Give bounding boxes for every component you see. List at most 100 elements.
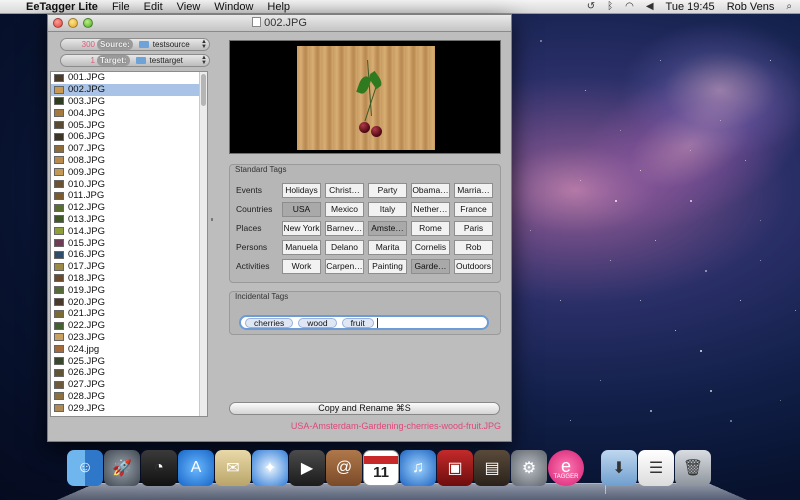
tag-toggle-button[interactable]: Marita bbox=[368, 239, 407, 255]
tag-toggle-button[interactable]: Barnev… bbox=[325, 220, 364, 236]
file-list[interactable]: 001.JPG 002.JPG 003.JPG 004.JPG 005.JPG 006.J… bbox=[50, 71, 208, 417]
file-thumbnail-icon bbox=[54, 345, 64, 354]
bluetooth-icon[interactable]: ᛒ bbox=[607, 1, 613, 12]
downloads-folder-icon[interactable]: ⬇ bbox=[601, 450, 637, 486]
tag-toggle-button[interactable]: Rob bbox=[454, 239, 493, 255]
wifi-icon[interactable]: ◠ bbox=[625, 1, 634, 12]
tag-token[interactable]: cherries bbox=[245, 317, 294, 328]
file-list-item[interactable]: 011.JPG bbox=[51, 190, 207, 202]
file-list-item[interactable]: 003.JPG bbox=[51, 96, 207, 108]
file-list-item[interactable]: 019.JPG bbox=[51, 284, 207, 296]
menu-help[interactable]: Help bbox=[267, 1, 290, 13]
time-machine-icon[interactable]: ↺ bbox=[587, 1, 595, 12]
tag-toggle-button[interactable]: Painting bbox=[368, 258, 407, 274]
file-list-item[interactable]: 027.JPG bbox=[51, 379, 207, 391]
target-folder-popup[interactable]: 1 Target: testtarget ▲ ▼ bbox=[60, 54, 210, 67]
copy-and-rename-button[interactable]: Copy and Rename ⌘S bbox=[229, 402, 500, 415]
file-list-item[interactable]: 022.JPG bbox=[51, 320, 207, 332]
file-list-item[interactable]: 002.JPG bbox=[51, 83, 207, 96]
volume-icon[interactable]: ◀ bbox=[646, 1, 654, 12]
tag-toggle-button[interactable]: Christ… bbox=[325, 182, 364, 198]
mail-stamp-icon[interactable]: ✉ bbox=[215, 450, 251, 486]
file-list-item[interactable]: 017.JPG bbox=[51, 261, 207, 273]
tag-toggle-button[interactable]: Holidays bbox=[282, 182, 321, 198]
scrollbar-knob[interactable] bbox=[201, 74, 206, 106]
system-preferences-icon[interactable]: ⚙ bbox=[511, 450, 547, 486]
file-list-item[interactable]: 005.JPG bbox=[51, 119, 207, 131]
file-list-item[interactable]: 013.JPG bbox=[51, 214, 207, 226]
tag-toggle-button[interactable]: Work bbox=[282, 258, 321, 274]
menu-edit[interactable]: Edit bbox=[144, 1, 163, 13]
incidental-tags-field[interactable]: cherries wood fruit bbox=[239, 315, 489, 330]
dashboard-icon[interactable]: ◔ bbox=[141, 450, 177, 486]
finder-icon[interactable]: ☺ bbox=[67, 450, 103, 486]
tag-toggle-button[interactable]: Cornelis bbox=[411, 239, 450, 255]
file-list-item[interactable]: 016.JPG bbox=[51, 249, 207, 261]
tag-token[interactable]: wood bbox=[298, 317, 337, 328]
facetime-icon[interactable]: ▶ bbox=[289, 450, 325, 486]
file-list-item[interactable]: 010.JPG bbox=[51, 178, 207, 190]
clock[interactable]: Tue 19:45 bbox=[666, 1, 715, 13]
file-list-item[interactable]: 009.JPG bbox=[51, 166, 207, 178]
tag-token[interactable]: fruit bbox=[341, 317, 374, 328]
file-list-item[interactable]: 006.JPG bbox=[51, 131, 207, 143]
file-list-item[interactable]: 014.JPG bbox=[51, 225, 207, 237]
tag-toggle-button[interactable]: Obama… bbox=[411, 182, 450, 198]
menu-view[interactable]: View bbox=[177, 1, 201, 13]
tag-toggle-button[interactable]: Paris bbox=[454, 220, 493, 236]
file-list-item[interactable]: 004.JPG bbox=[51, 107, 207, 119]
tag-toggle-button[interactable]: Delano bbox=[325, 239, 364, 255]
file-list-item[interactable]: 012.JPG bbox=[51, 202, 207, 214]
document-icon[interactable]: ☰ bbox=[638, 450, 674, 486]
tag-toggle-button[interactable]: Party bbox=[368, 182, 407, 198]
menu-window[interactable]: Window bbox=[214, 1, 253, 13]
file-list-item[interactable]: 007.JPG bbox=[51, 143, 207, 155]
app-menu[interactable]: EeTagger Lite bbox=[26, 1, 98, 13]
source-folder-popup[interactable]: 300 Source: testsource ▲ ▼ bbox=[60, 38, 210, 51]
file-list-item[interactable]: 020.JPG bbox=[51, 296, 207, 308]
tag-toggle-button[interactable]: Garde… bbox=[411, 258, 450, 274]
safari-icon[interactable]: ✦ bbox=[252, 450, 288, 486]
address-book-icon[interactable]: @ bbox=[326, 450, 362, 486]
tag-toggle-button[interactable]: Marria… bbox=[454, 182, 493, 198]
file-list-item[interactable]: 023.JPG bbox=[51, 332, 207, 344]
file-list-item[interactable]: 015.JPG bbox=[51, 237, 207, 249]
file-list-item[interactable]: 026.JPG bbox=[51, 367, 207, 379]
zoom-window-button[interactable] bbox=[83, 18, 93, 28]
iphoto-icon[interactable]: ▤ bbox=[474, 450, 510, 486]
tag-toggle-button[interactable]: Manuela bbox=[282, 239, 321, 255]
close-window-button[interactable] bbox=[53, 18, 63, 28]
file-list-scrollbar[interactable] bbox=[199, 72, 207, 416]
file-list-item[interactable]: 001.JPG bbox=[51, 72, 207, 84]
file-list-item[interactable]: 025.JPG bbox=[51, 355, 207, 367]
tag-toggle-button[interactable]: Mexico bbox=[325, 201, 364, 217]
file-list-item[interactable]: 021.JPG bbox=[51, 308, 207, 320]
app-store-icon[interactable]: A bbox=[178, 450, 214, 486]
ical-icon[interactable]: 11 bbox=[363, 450, 399, 486]
tag-toggle-button[interactable]: Outdoors bbox=[454, 258, 493, 274]
tag-toggle-button[interactable]: Carpen… bbox=[325, 258, 364, 274]
tag-toggle-button[interactable]: Nether… bbox=[411, 201, 450, 217]
photo-booth-icon[interactable]: ▣ bbox=[437, 450, 473, 486]
tag-toggle-button[interactable]: USA bbox=[282, 201, 321, 217]
file-list-item[interactable]: 008.JPG bbox=[51, 155, 207, 167]
tag-toggle-button[interactable]: Italy bbox=[368, 201, 407, 217]
minimize-window-button[interactable] bbox=[68, 18, 78, 28]
itunes-icon[interactable]: ♫ bbox=[400, 450, 436, 486]
tag-toggle-button[interactable]: New York bbox=[282, 220, 321, 236]
trash-icon[interactable]: 🗑 bbox=[675, 450, 711, 486]
menu-file[interactable]: File bbox=[112, 1, 130, 13]
title-bar[interactable]: 002.JPG bbox=[48, 15, 511, 32]
tag-toggle-button[interactable]: Amste… bbox=[368, 220, 407, 236]
user-menu[interactable]: Rob Vens bbox=[727, 1, 775, 13]
file-list-item[interactable]: 028.JPG bbox=[51, 391, 207, 403]
spotlight-icon[interactable]: ⌕ bbox=[786, 1, 792, 12]
launchpad-icon[interactable]: 🚀 bbox=[104, 450, 140, 486]
tag-toggle-button[interactable]: Rome bbox=[411, 220, 450, 236]
file-list-item[interactable]: 029.JPG bbox=[51, 402, 207, 414]
split-view-divider[interactable] bbox=[211, 218, 213, 221]
eetagger-icon[interactable]: e TAGGER bbox=[548, 450, 584, 486]
file-list-item[interactable]: 018.JPG bbox=[51, 273, 207, 285]
tag-toggle-button[interactable]: France bbox=[454, 201, 493, 217]
file-list-item[interactable]: 024.jpg bbox=[51, 343, 207, 355]
